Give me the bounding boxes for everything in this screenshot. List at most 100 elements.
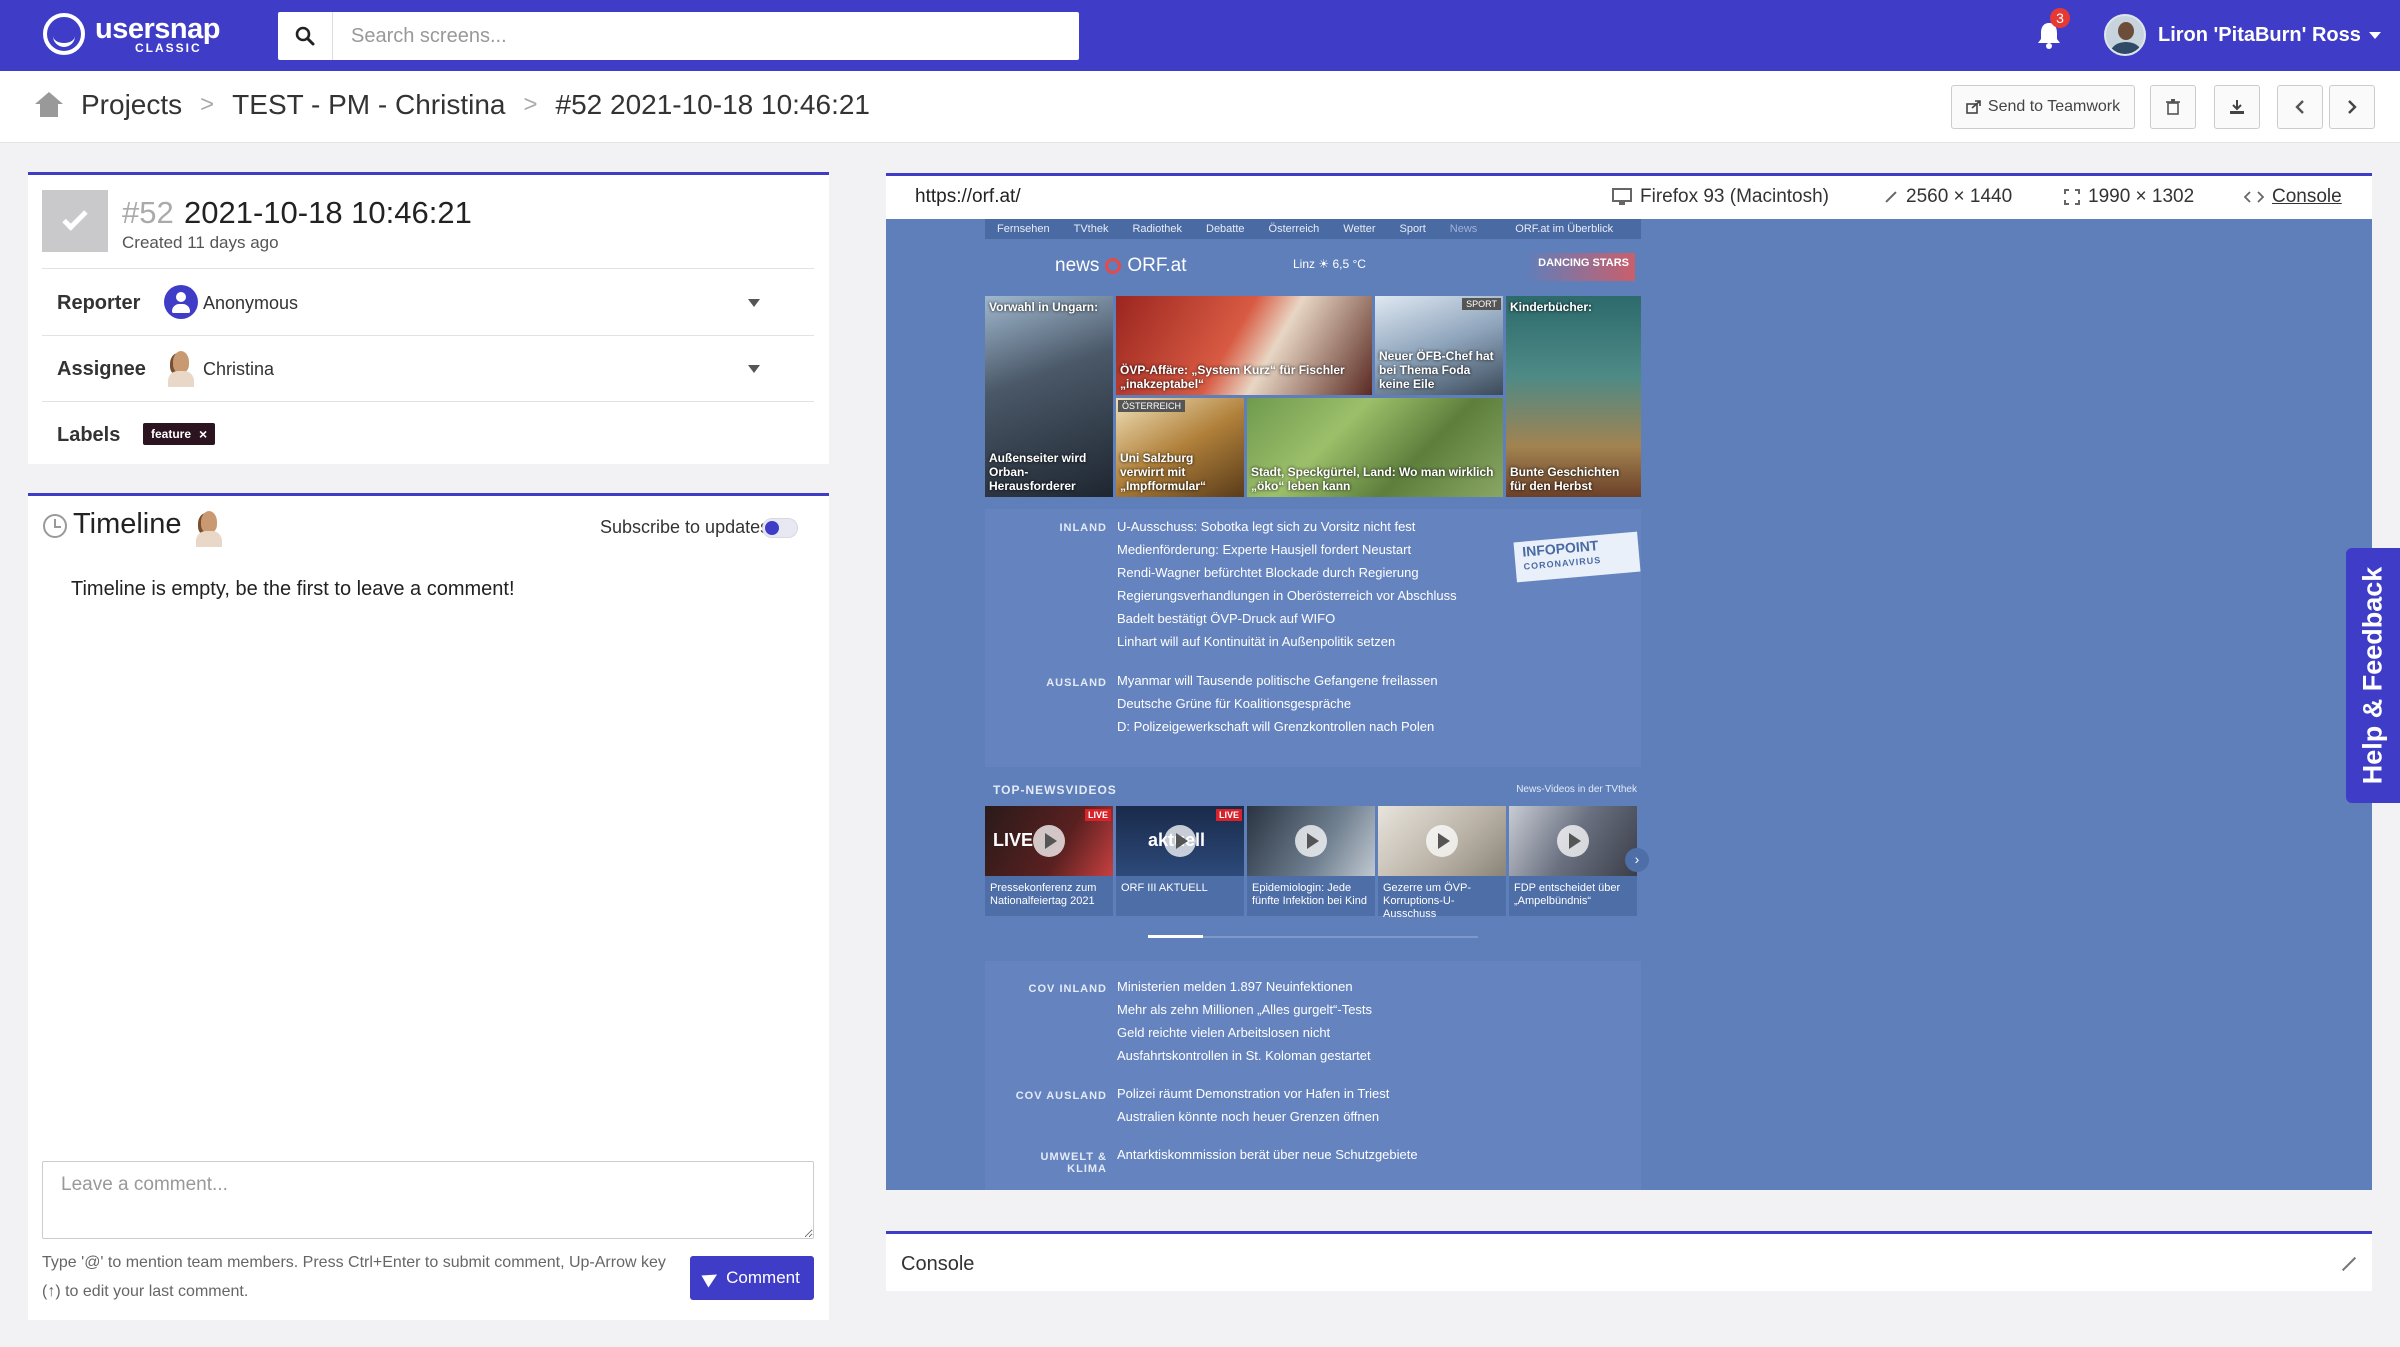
play-icon (1164, 825, 1196, 857)
breadcrumb-separator: > (200, 91, 215, 118)
section-label: COV INLAND (1028, 983, 1107, 995)
orf-nav-item: Österreich (1268, 223, 1320, 235)
videos-more-link: News-Videos in der TVthek (1516, 784, 1637, 795)
home-icon[interactable] (35, 92, 63, 118)
chevron-right-icon (2348, 100, 2357, 114)
send-to-teamwork-button[interactable]: Send to Teamwork (1951, 85, 2135, 129)
video-tile: LIVE LIVE Pressekonferenz zum Nationalfe… (985, 806, 1113, 916)
orf-nav-item: News (1449, 223, 1478, 235)
tile-caption: Uni Salzburg verwirrt mit „Impfformular“ (1120, 451, 1207, 493)
anonymous-user-icon (164, 285, 198, 319)
video-caption: ORF III AKTUELL (1121, 882, 1208, 894)
orf-logo-icon (1105, 258, 1122, 274)
video-thumbnail-text: LIVE (993, 830, 1034, 850)
section-label: INLAND (1059, 522, 1107, 534)
news-tile: Kinderbücher: Bunte Geschichten für den … (1506, 296, 1641, 497)
logo-text: usersnap (95, 12, 220, 45)
viewport-size-value: 1990 × 1302 (2088, 186, 2195, 207)
timeline-title: Timeline (73, 508, 182, 540)
usersnap-logo[interactable]: usersnap CLASSIC (43, 13, 220, 55)
news-list: Ministerien melden 1.897 Neuinfektionen … (1117, 975, 1372, 1067)
send-to-teamwork-label: Send to Teamwork (1987, 98, 2121, 115)
news-tile: ÖVP-Affäre: „System Kurz“ für Fischler „… (1116, 296, 1372, 395)
news-list: U-Ausschuss: Sobotka legt sich zu Vorsit… (1117, 515, 1457, 653)
breadcrumb-project[interactable]: TEST - PM - Christina (232, 89, 505, 121)
orf-nav-item: Radiothek (1132, 223, 1182, 235)
labels-label: Labels (57, 424, 121, 446)
headline: Rendi-Wagner befürchtet Blockade durch R… (1117, 565, 1419, 580)
checkmark-icon (62, 205, 88, 231)
headline: Polizei räumt Demonstration vor Hafen in… (1117, 1086, 1390, 1101)
orf-weather: Linz ☀ 6,5 °C (1293, 257, 1366, 271)
download-icon (2230, 100, 2244, 114)
tile-tag: ÖSTERREICH (1118, 400, 1186, 412)
video-tile: FDP entscheidet über „Ampelbündnis“ (1509, 806, 1637, 916)
search-button[interactable] (278, 12, 333, 60)
user-menu[interactable]: Liron 'PitaBurn' Ross (2104, 14, 2381, 56)
usersnap-logo-icon (43, 13, 85, 55)
tile-caption: ÖVP-Affäre: „System Kurz“ für Fischler „… (1120, 363, 1345, 391)
news-tile: Stadt, Speckgürtel, Land: Wo man wirklic… (1247, 398, 1503, 497)
orf-logo-name: ORF.at (1127, 255, 1187, 276)
orf-nav-item: Fernsehen (997, 223, 1050, 235)
breadcrumb-bar: Projects > TEST - PM - Christina > #52 2… (0, 71, 2400, 143)
share-icon (1966, 100, 1981, 114)
close-icon[interactable]: × (199, 426, 207, 442)
subscribe-label: Subscribe to updates (600, 517, 770, 537)
live-badge: LIVE (1215, 809, 1242, 821)
browser-value: Firefox 93 (Macintosh) (1640, 186, 1830, 207)
play-icon (1295, 825, 1327, 857)
subscribe-toggle[interactable] (762, 518, 798, 538)
screen-size: 2560 × 1440 (1882, 186, 2012, 208)
issue-number: #52 (122, 195, 174, 230)
news-tile: Vorwahl in Ungarn: Außenseiter wird Orba… (985, 296, 1113, 497)
orf-logo: news ORF.at (1055, 255, 1186, 277)
expand-icon[interactable] (2339, 1255, 2357, 1273)
timeline-empty-message: Timeline is empty, be the first to leave… (71, 578, 515, 600)
comment-button[interactable]: Comment (690, 1256, 814, 1300)
previous-button[interactable] (2277, 85, 2323, 129)
news-tile: ÖSTERREICH Uni Salzburg verwirrt mit „Im… (1116, 398, 1244, 497)
comment-input[interactable] (42, 1161, 814, 1239)
headline: U-Ausschuss: Sobotka legt sich zu Vorsit… (1117, 519, 1416, 534)
reporter-value[interactable]: Anonymous (203, 293, 298, 314)
next-button[interactable] (2329, 85, 2375, 129)
search-input[interactable] (333, 12, 1079, 60)
tile-caption: Bunte Geschichten für den Herbst (1510, 465, 1620, 493)
assignee-value[interactable]: Christina (203, 359, 274, 380)
headline: Ausfahrtskontrollen in St. Koloman gesta… (1117, 1048, 1371, 1063)
news-list: Myanmar will Tausende politische Gefange… (1117, 669, 1438, 738)
label-tag-feature[interactable]: feature × (143, 423, 216, 445)
delete-button[interactable] (2150, 85, 2196, 129)
orf-nav-item: Wetter (1343, 223, 1376, 235)
breadcrumb-separator: > (523, 91, 538, 118)
console-link[interactable]: Console (2244, 186, 2342, 208)
video-caption: Pressekonferenz zum Nationalfeiertag 202… (990, 882, 1097, 907)
breadcrumb: Projects > TEST - PM - Christina > #52 2… (35, 89, 870, 121)
issue-created: Created 11 days ago (122, 233, 279, 252)
headline: Myanmar will Tausende politische Gefange… (1117, 673, 1438, 688)
screenshot-url[interactable]: https://orf.at/ (915, 186, 1021, 208)
help-feedback-label-wrap[interactable]: Help & Feedback (2346, 548, 2400, 803)
reporter-dropdown-icon[interactable] (748, 299, 760, 307)
chevron-left-icon (2295, 100, 2304, 114)
headline: Antarktiskommission berät über neue Schu… (1117, 1147, 1418, 1162)
chevron-down-icon (2368, 31, 2381, 39)
comment-button-label: Comment (726, 1268, 800, 1287)
breadcrumb-issue: #52 2021-10-18 10:46:21 (555, 89, 871, 120)
fullscreen-icon (2064, 189, 2080, 205)
trash-icon (2166, 99, 2180, 115)
resolve-checkbox[interactable] (42, 190, 108, 252)
play-icon (1033, 825, 1065, 857)
breadcrumb-projects[interactable]: Projects (81, 89, 182, 121)
issue-title: 2021-10-18 10:46:21 (184, 195, 472, 230)
headline: Australien könnte noch heuer Grenzen öff… (1117, 1109, 1380, 1124)
tile-caption: Stadt, Speckgürtel, Land: Wo man wirklic… (1251, 465, 1494, 493)
top-bar: usersnap CLASSIC 3 Liron 'PitaBurn' Ross (0, 0, 2400, 71)
monitor-icon (1612, 188, 1632, 205)
download-button[interactable] (2214, 85, 2260, 129)
assignee-dropdown-icon[interactable] (748, 365, 760, 373)
section-label: AUSLAND (1046, 677, 1107, 689)
orf-promo-banner: DANCING STARS (1525, 253, 1635, 281)
video-caption: Epidemiologin: Jede fünfte Infektion bei… (1252, 882, 1367, 907)
